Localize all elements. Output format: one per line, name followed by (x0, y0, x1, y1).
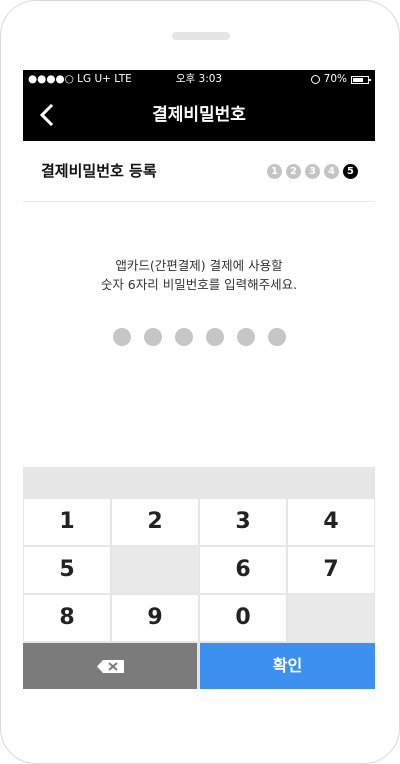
backspace-icon (97, 660, 124, 673)
battery-level (353, 77, 363, 82)
key-8[interactable]: 8 (24, 595, 110, 641)
step-1: 1 (267, 164, 282, 179)
key-6[interactable]: 6 (200, 547, 286, 593)
step-3: 3 (305, 164, 320, 179)
rotation-lock-icon (310, 75, 320, 84)
pin-dot (267, 328, 286, 346)
instructions: 앱카드(간편결제) 결제에 사용할 숫자 6자리 비밀번호를 입력해주세요. (23, 256, 375, 294)
confirm-button[interactable]: 확인 (200, 643, 375, 689)
key-blank (112, 547, 198, 593)
key-0[interactable]: 0 (200, 595, 286, 641)
step-indicator: 12345 (267, 164, 358, 179)
key-7[interactable]: 7 (288, 547, 374, 593)
battery-percent: 70% (323, 73, 347, 85)
step-2: 2 (286, 164, 301, 179)
pin-dots (23, 328, 375, 346)
phone-speaker (172, 32, 230, 40)
pin-dot (112, 328, 131, 346)
screen: ●●●●○ LG U+ LTE 오후 3:03 70% 결제비밀번호 결제비밀번… (23, 70, 375, 689)
key-4[interactable]: 4 (288, 499, 374, 545)
page-title: 결제비밀번호 (152, 105, 246, 125)
keypad: 확인 1234 5 67 890 (23, 467, 375, 689)
status-bar: ●●●●○ LG U+ LTE 오후 3:03 70% (23, 70, 375, 89)
nav-bar: 결제비밀번호 (23, 89, 375, 141)
key-1[interactable]: 1 (24, 499, 110, 545)
instruction-line-1: 앱카드(간편결제) 결제에 사용할 (115, 258, 283, 273)
delete-button[interactable] (23, 643, 197, 689)
key-5[interactable]: 5 (24, 547, 110, 593)
step-4: 4 (324, 164, 339, 179)
status-right: 70% (310, 70, 371, 89)
pin-dot (143, 328, 162, 346)
step-header: 결제비밀번호 등록 12345 (23, 141, 375, 202)
key-3[interactable]: 3 (200, 499, 286, 545)
step-5: 5 (343, 164, 358, 179)
key-9[interactable]: 9 (112, 595, 198, 641)
step-title: 결제비밀번호 등록 (41, 162, 157, 180)
instruction-line-2: 숫자 6자리 비밀번호를 입력해주세요. (100, 277, 298, 292)
battery-icon (351, 75, 371, 84)
pin-dot (174, 328, 193, 346)
pin-dot (205, 328, 224, 346)
pin-dot (236, 328, 255, 346)
phone-frame: ●●●●○ LG U+ LTE 오후 3:03 70% 결제비밀번호 결제비밀번… (0, 0, 400, 764)
key-2[interactable]: 2 (112, 499, 198, 545)
key-blank (288, 595, 374, 641)
